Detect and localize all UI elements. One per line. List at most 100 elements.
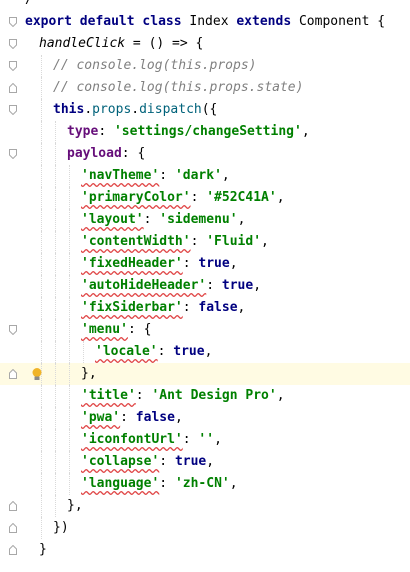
code-text[interactable]: payload: { [67,143,145,165]
fold-open-icon[interactable] [9,17,17,27]
indent-guide [55,275,56,297]
code-line[interactable]: export default class Index extends Compo… [0,11,410,33]
code-text[interactable]: 'pwa': false, [81,407,183,429]
indent-guide [55,407,56,429]
code-line[interactable]: type: 'settings/changeSetting', [0,121,410,143]
code-token: 'navTheme' [81,168,160,183]
indent-guide [41,517,42,539]
code-line[interactable]: 'iconfontUrl': '', [0,429,410,451]
code-text[interactable]: 'navTheme': 'dark', [81,165,230,187]
code-token: this [53,102,85,117]
code-token: , [301,124,310,139]
code-line[interactable]: 'navTheme': 'dark', [0,165,410,187]
code-line[interactable]: }, [0,495,410,517]
code-line[interactable]: 'fixedHeader': true, [0,253,410,275]
fold-end-icon[interactable] [9,545,17,555]
code-line[interactable]: 'primaryColor': '#52C41A', [0,187,410,209]
code-text[interactable]: 'locale': true, [95,341,212,363]
fold-end-icon[interactable] [9,369,17,379]
code-token: : { [127,322,152,337]
code-text[interactable]: export default class Index extends Compo… [25,11,385,33]
code-token: , [253,278,262,293]
fold-open-icon[interactable] [9,149,17,159]
fold-end-icon[interactable] [9,523,17,533]
fold-open-icon[interactable] [9,61,17,71]
code-line[interactable]: 'menu': { [0,319,410,341]
code-token: default [79,14,135,29]
code-line[interactable]: // console.log(this.props) [0,55,410,77]
code-text[interactable]: // console.log(this.props.state) [53,77,303,99]
fold-open-icon[interactable] [9,105,17,115]
code-text[interactable]: 'fixSiderbar': false, [81,297,245,319]
code-text[interactable]: 'primaryColor': '#52C41A', [81,187,285,209]
code-text[interactable]: / [25,0,33,11]
code-text[interactable]: 'language': 'zh-CN', [81,473,238,495]
code-line[interactable]: 'layout': 'sidemenu', [0,209,410,231]
code-line[interactable]: 'fixSiderbar': false, [0,297,410,319]
code-token: : [98,124,114,139]
code-text[interactable]: 'title': 'Ant Design Pro', [81,385,285,407]
code-editor[interactable]: / export default class Index extends Comp… [0,0,410,572]
fold-open-icon[interactable] [9,325,17,335]
code-line[interactable]: handleClick = () => { [0,33,410,55]
indent-guide [55,209,56,231]
code-text[interactable]: 'iconfontUrl': '', [81,429,222,451]
code-line[interactable]: 'locale': true, [0,341,410,363]
code-text[interactable]: 'contentWidth': 'Fluid', [81,231,269,253]
code-line[interactable]: }) [0,517,410,539]
code-token: : [157,344,174,359]
code-text[interactable]: 'menu': { [81,319,151,341]
code-text[interactable]: type: 'settings/changeSetting', [67,121,310,143]
code-token: props [92,102,132,117]
code-token: : [190,190,207,205]
lightbulb-icon[interactable] [30,367,44,381]
code-line[interactable]: / [0,0,410,11]
code-line[interactable]: 'autoHideHeader': true, [0,275,410,297]
code-text[interactable]: // console.log(this.props) [53,55,257,77]
code-line[interactable]: payload: { [0,143,410,165]
code-token: : [206,278,222,293]
code-text[interactable]: this.props.dispatch({ [53,99,217,121]
fold-open-icon[interactable] [9,39,17,49]
code-token: export [25,14,72,29]
code-token: } [39,542,47,557]
fold-end-icon[interactable] [9,501,17,511]
code-text[interactable]: 'collapse': true, [81,451,214,473]
code-line[interactable]: 'collapse': true, [0,451,410,473]
code-token: payload [67,146,122,161]
code-text[interactable]: }, [81,363,97,385]
code-line[interactable]: } [0,539,410,561]
code-line[interactable]: 'contentWidth': 'Fluid', [0,231,410,253]
indent-guide [41,473,42,495]
code-text[interactable]: } [39,539,47,561]
code-token: : [159,454,175,469]
code-token: false [135,410,175,425]
code-token: 'pwa' [81,410,121,425]
code-token: false [198,300,238,315]
code-text[interactable]: }, [67,495,83,517]
code-line[interactable]: this.props.dispatch({ [0,99,410,121]
indent-guide [41,385,42,407]
code-line[interactable]: // console.log(this.props.state) [0,77,410,99]
code-text[interactable]: handleClick = () => { [39,33,203,55]
code-token: 'settings/changeSetting' [113,124,302,139]
code-token: : [120,410,136,425]
indent-guide [41,253,42,275]
code-line[interactable]: 'language': 'zh-CN', [0,473,410,495]
code-text[interactable]: 'layout': 'sidemenu', [81,209,245,231]
code-line[interactable]: 'pwa': false, [0,407,410,429]
fold-end-icon[interactable] [9,83,17,93]
code-line[interactable]: 'title': 'Ant Design Pro', [0,385,410,407]
indent-guide [41,495,42,517]
indent-guide [69,341,70,363]
code-text[interactable]: 'fixedHeader': true, [81,253,238,275]
code-token: dispatch [139,102,202,117]
code-line[interactable]: }, [0,363,410,385]
indent-guide [41,451,42,473]
indent-guide [55,231,56,253]
code-text[interactable]: 'autoHideHeader': true, [81,275,261,297]
indent-guide [55,495,56,517]
code-text[interactable]: }) [53,517,69,539]
indent-guide [69,209,70,231]
code-token: 'layout' [81,212,144,227]
